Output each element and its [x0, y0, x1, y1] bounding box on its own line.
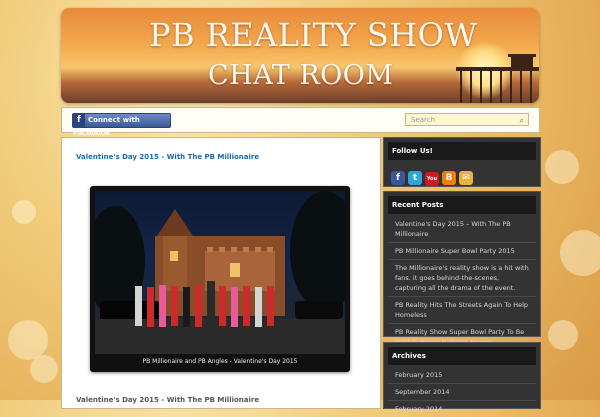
castle-group-photo	[95, 191, 345, 354]
post-title-link[interactable]: Valentine's Day 2015 - With The PB Milli…	[76, 153, 259, 161]
search-input[interactable]: Search ⌕	[405, 113, 529, 126]
post-title-repeat[interactable]: Valentine's Day 2015 - With The PB Milli…	[76, 396, 259, 404]
header-banner[interactable]: PB REALITY SHOW CHAT ROOM	[61, 8, 539, 103]
follow-us-widget: Follow Us! f t You B ✉	[383, 137, 541, 187]
bokeh-light	[8, 320, 48, 360]
email-icon[interactable]: ✉	[459, 171, 473, 185]
site-subtitle: CHAT ROOM	[208, 60, 394, 91]
magnifier-icon[interactable]: ⌕	[520, 114, 524, 127]
facebook-f-icon: f	[73, 114, 85, 127]
site-title: PB REALITY SHOW	[149, 16, 478, 54]
archive-link[interactable]: February 2015	[388, 367, 536, 383]
sidebar: Follow Us! f t You B ✉ Recent Posts Valentin…	[383, 137, 541, 413]
recent-post-link[interactable]: PB Reality Hits The Streets Again To Hel…	[388, 296, 536, 323]
archive-link[interactable]: September 2014	[388, 383, 536, 400]
widget-title: Archives	[388, 347, 536, 365]
bokeh-light	[545, 150, 579, 184]
archive-link[interactable]: February 2014	[388, 400, 536, 417]
widget-title: Recent Posts	[388, 196, 536, 214]
recent-posts-list: Valentine's Day 2015 – With The PB Milli…	[388, 216, 536, 350]
facebook-icon[interactable]: f	[391, 171, 405, 185]
bokeh-light	[560, 230, 600, 276]
youtube-icon[interactable]: You	[425, 172, 439, 186]
bokeh-light	[548, 320, 578, 350]
recent-post-link[interactable]: Valentine's Day 2015 – With The PB Milli…	[388, 216, 536, 242]
twitter-icon[interactable]: t	[408, 171, 422, 185]
widget-title: Follow Us!	[388, 142, 536, 160]
connect-facebook-button[interactable]: f Connect with Facebook	[72, 113, 171, 137]
recent-post-link[interactable]: The Millionaire's reality show is a hit …	[388, 259, 536, 296]
search-placeholder: Search	[411, 116, 436, 124]
main-content: Valentine's Day 2015 - With The PB Milli…	[61, 137, 381, 409]
photo-caption: PB Millionaire and PB Angles - Valentine…	[142, 358, 298, 365]
recent-post-link[interactable]: PB Millionaire Super Bowl Party 2015	[388, 242, 536, 259]
bokeh-light	[30, 355, 58, 383]
recent-posts-widget: Recent Posts Valentine's Day 2015 – With…	[383, 191, 541, 346]
post-photo[interactable]: PB Millionaire and PB Angles - Valentine…	[90, 186, 350, 372]
social-icons: f t You B ✉	[391, 165, 476, 186]
toolbar: f Connect with Facebook Search ⌕	[61, 107, 540, 137]
archives-widget: Archives February 2015 September 2014 Fe…	[383, 342, 541, 413]
blogger-icon[interactable]: B	[442, 171, 456, 185]
bokeh-light	[12, 200, 36, 224]
archives-list: February 2015 September 2014 February 20…	[388, 367, 536, 417]
